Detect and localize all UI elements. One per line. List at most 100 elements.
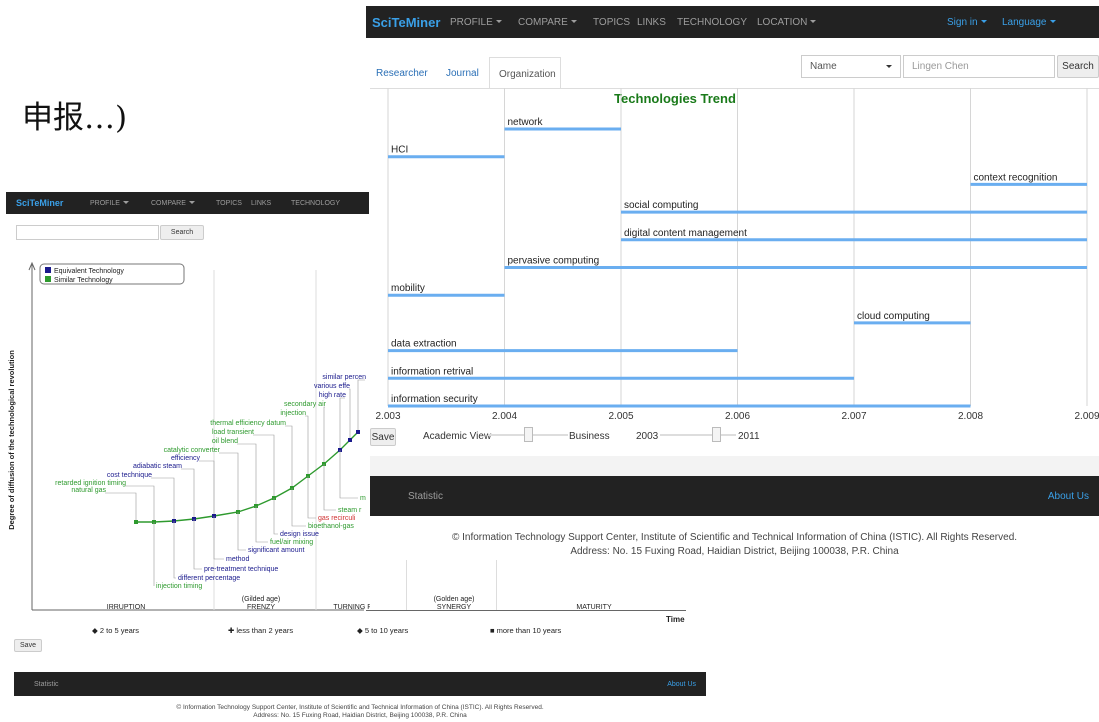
y-axis-label: Degree of diffusion of the technological… [7,350,16,530]
right-navbar: SciTeMiner PROFILE COMPARE TOPICS LINKS … [366,6,1099,38]
duration-legend-item: ◆ 5 to 10 years [357,626,409,635]
trend-bar-label: network [508,117,544,128]
duration-legend-item: ◆ 2 to 5 years [92,626,140,635]
nav-links[interactable]: LINKS [637,17,677,28]
label-leader [125,485,155,522]
technology-label: m [360,495,366,502]
legend-label: Equivalent Technology [54,268,124,275]
label-leader [291,488,306,527]
phase-divider [406,560,407,610]
technology-label: significant amount [248,547,304,554]
about-us-link[interactable]: About Us [1048,491,1089,502]
technology-label: secondary air [284,401,327,408]
tab-organization[interactable]: Organization [489,57,561,89]
chinese-caption: 申报…) [22,100,128,136]
data-point [356,430,360,434]
left-statistic-link[interactable]: Statistic [34,681,59,688]
technology-label: cost technique [107,472,152,479]
year-to-label: 2011 [738,431,760,442]
technology-label: retarded ignition timing [55,480,126,487]
label-leader [219,452,239,512]
phase-divider [496,560,497,610]
nav-profile[interactable]: PROFILE [450,17,518,28]
x-tick-label: 2.007 [841,411,866,422]
tab-organization-label: Organization [499,69,556,80]
left-nav-links[interactable]: LINKS [251,200,291,207]
trend-bar-label: mobility [391,283,425,294]
label-leader [181,468,195,519]
technology-label: oil blend [212,438,238,445]
technology-label: bioethanol-gas [308,523,354,530]
left-search-button[interactable]: Search [160,225,204,240]
business-label: Business [569,431,610,442]
left-nav-profile[interactable]: PROFILE [90,200,151,207]
label-leader [213,516,224,560]
left-brand-logo[interactable]: SciTeMiner [16,198,90,208]
left-navbar: SciTeMiner PROFILE COMPARE TOPICS LINKS … [6,192,369,214]
phase-subtitle: (Golden age) [433,596,475,603]
tab-journal[interactable]: Journal [446,68,479,79]
technology-label: method [226,556,249,563]
technology-label: design issue [280,531,319,538]
language-menu[interactable]: Language [1002,17,1056,28]
duration-legend-item: ✚ less than 2 years [228,626,294,635]
technology-label: fuel/air mixing [270,539,313,546]
right-footer-shade [370,456,1099,476]
trend-bar-label: information security [391,394,478,405]
left-save-button[interactable]: Save [14,639,42,652]
x-tick-label: 2.004 [492,411,517,422]
address-text: Address: No. 15 Fuxing Road, Haidian Dis… [570,546,899,557]
search-button[interactable]: Search [1057,55,1099,78]
data-point [134,520,138,524]
label-leader [305,415,309,476]
left-nav-topics[interactable]: TOPICS [216,200,251,207]
tab-researcher[interactable]: Researcher [376,68,428,79]
x-tick-label: 2.008 [958,411,983,422]
left-footer-copyright: © Information Technology Support Center,… [14,704,706,720]
left-search-input[interactable] [16,225,159,240]
right-footer-copyright: © Information Technology Support Center,… [370,531,1099,559]
legend-label: Similar Technology [54,277,113,284]
chart-title: Technologies Trend [614,91,736,106]
technologies-trend-chart: Technologies Trend 2.003 2.004 2.005 2.006 2… [375,88,1099,422]
nav-compare[interactable]: COMPARE [518,17,593,28]
right-footer-bar: Statistic About Us [370,476,1099,516]
label-leader [285,425,293,488]
phase-name: FRENZY [247,604,275,611]
search-type-select[interactable]: Name [801,55,901,78]
label-leader [255,506,268,543]
label-leader [339,397,345,450]
technology-label: efficiency [171,455,201,462]
technology-label: pre-treatment technique [204,566,278,573]
duration-legend-item: ■ more than 10 years [490,626,562,635]
left-nav-compare[interactable]: COMPARE [151,200,216,207]
technology-label: catalytic converter [164,447,221,454]
technology-label: different percentage [178,575,240,582]
trend-bar-label: pervasive computing [508,256,600,267]
year-slider-track[interactable] [660,434,736,436]
nav-location[interactable]: LOCATION [757,17,947,28]
save-button[interactable]: Save [370,428,396,446]
data-point [348,438,352,442]
x-tick-label: 2.003 [375,411,400,422]
phase-name: TURNING POINT [333,604,370,611]
nav-topics[interactable]: TOPICS [593,17,637,28]
diffusion-chart: Degree of diffusion of the technological… [7,261,370,611]
x-axis-label: Time [666,615,685,624]
left-nav-technology[interactable]: TECHNOLOGY [291,200,340,207]
left-about-us-link[interactable]: About Us [667,681,696,688]
x-axis-extension [366,610,686,611]
statistic-link[interactable]: Statistic [408,491,443,502]
sign-in-link[interactable]: Sign in [947,17,1002,28]
label-leader [357,379,365,432]
trend-bar-label: HCI [391,145,408,156]
technology-label: injection [280,410,306,417]
nav-technology[interactable]: TECHNOLOGY [677,17,757,28]
technology-label: gas recirculi [318,515,356,522]
brand-logo[interactable]: SciTeMiner [372,15,450,30]
x-tick-label: 2.005 [608,411,633,422]
search-input[interactable]: Lingen Chen [903,55,1055,78]
view-slider-handle[interactable] [524,427,533,442]
label-leader [193,519,202,570]
year-slider-handle[interactable] [712,427,721,442]
